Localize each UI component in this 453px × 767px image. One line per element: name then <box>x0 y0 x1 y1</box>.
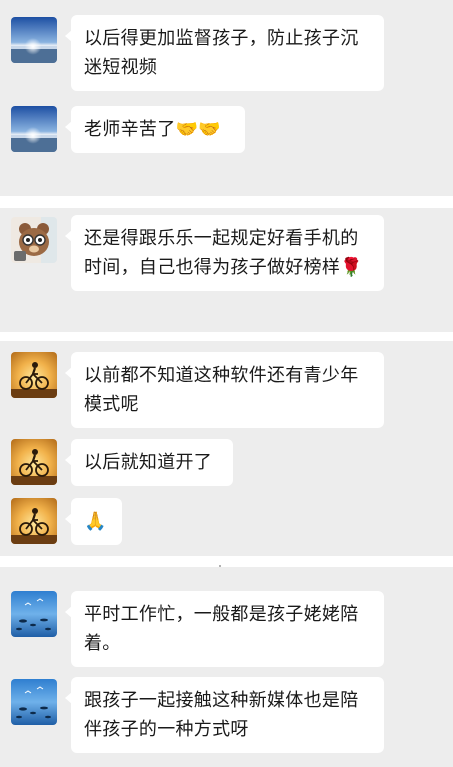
message-text: 平时工作忙，一般都是孩子姥姥陪着。 <box>84 604 359 654</box>
group-divider <box>0 196 453 208</box>
sea-sunrise-avatar[interactable] <box>11 106 57 152</box>
message-bubble[interactable]: 平时工作忙，一般都是孩子姥姥陪着。 <box>65 591 384 667</box>
message-bubble[interactable]: 以后得更加监督孩子，防止孩子沉迷短视频 <box>65 15 384 91</box>
sea-sunrise-avatar[interactable] <box>11 17 57 63</box>
cyclist-sunset-avatar[interactable] <box>11 352 57 398</box>
group-divider <box>0 332 453 341</box>
message-bubble[interactable]: 以前都不知道这种软件还有青少年模式呢 <box>65 352 384 428</box>
message-text: 还是得跟乐乐一起规定好看手机的时间，自己也得为孩子做好榜样🌹 <box>84 228 363 278</box>
message-text: 以前都不知道这种软件还有青少年模式呢 <box>84 365 359 415</box>
cyclist-sunset-avatar-image <box>11 439 57 485</box>
message-text: 以后就知道开了 <box>84 452 213 473</box>
sea-birds-avatar[interactable] <box>11 679 57 725</box>
bear-glasses-avatar-image <box>11 217 57 263</box>
message-bubble[interactable]: 🙏 <box>65 498 122 545</box>
separator-dot <box>219 565 221 567</box>
message-text: 跟孩子一起接触这种新媒体也是陪伴孩子的一种方式呀 <box>84 690 359 740</box>
cyclist-sunset-avatar-image <box>11 352 57 398</box>
chat-screen: 以后得更加监督孩子，防止孩子沉迷短视频 老师辛苦了🤝🤝 还是得跟乐乐一起规定好看… <box>0 0 453 767</box>
sea-birds-avatar[interactable] <box>11 591 57 637</box>
sea-birds-avatar-image <box>11 591 57 637</box>
group-divider <box>0 556 453 567</box>
message-text: 老师辛苦了🤝🤝 <box>84 119 221 140</box>
message-bubble[interactable]: 跟孩子一起接触这种新媒体也是陪伴孩子的一种方式呀 <box>65 677 384 753</box>
cyclist-sunset-avatar[interactable] <box>11 498 57 544</box>
sea-sunrise-avatar-image <box>11 17 57 63</box>
sea-birds-avatar-image <box>11 679 57 725</box>
sea-sunrise-avatar-image <box>11 106 57 152</box>
message-text: 以后得更加监督孩子，防止孩子沉迷短视频 <box>84 28 359 78</box>
bear-glasses-avatar[interactable] <box>11 217 57 263</box>
message-bubble[interactable]: 老师辛苦了🤝🤝 <box>65 106 245 153</box>
message-bubble[interactable]: 还是得跟乐乐一起规定好看手机的时间，自己也得为孩子做好榜样🌹 <box>65 215 384 291</box>
message-text: 🙏 <box>84 511 107 532</box>
message-bubble[interactable]: 以后就知道开了 <box>65 439 233 486</box>
cyclist-sunset-avatar-image <box>11 498 57 544</box>
cyclist-sunset-avatar[interactable] <box>11 439 57 485</box>
